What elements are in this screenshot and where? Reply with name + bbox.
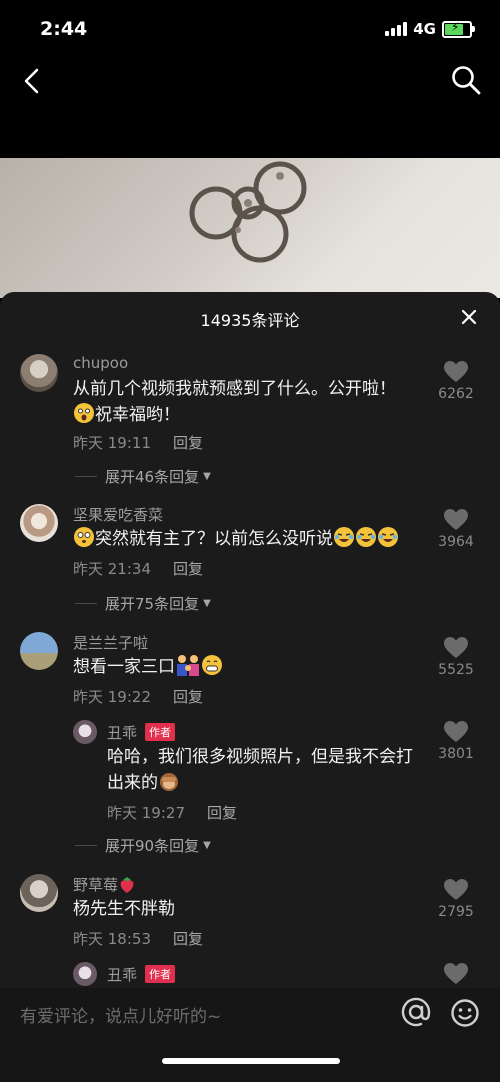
comment-meta: 昨天 19:22 回复 — [73, 686, 203, 707]
comment-time: 昨天 21:34 — [73, 560, 151, 578]
avatar[interactable] — [20, 504, 58, 542]
caret-down-icon: ▼ — [203, 471, 211, 482]
expand-replies[interactable]: 展开75条回复 ▼ — [75, 593, 211, 614]
status-indicators: 4G ⚡ — [385, 20, 475, 38]
dizzy-emoji-icon — [74, 527, 94, 547]
heart-icon — [444, 509, 468, 530]
expand-replies[interactable]: 展开90条回复 ▼ — [75, 835, 211, 856]
home-indicator — [162, 1058, 340, 1064]
search-icon[interactable] — [450, 64, 482, 96]
status-time: 2:44 — [40, 18, 88, 40]
like-button[interactable]: 5525 — [426, 636, 486, 678]
comment-username[interactable]: chupoo — [73, 354, 128, 372]
comment-text-line: 想看一家三口 — [73, 657, 175, 677]
caret-down-icon: ▼ — [203, 840, 211, 851]
comment-username[interactable]: 野草莓 — [73, 874, 136, 895]
crying-laughing-emoji-icon — [334, 527, 354, 547]
heart-icon — [444, 637, 468, 658]
reply-meta: 昨天 19:27 回复 — [107, 802, 237, 823]
comment-text: 从前几个视频我就预感到了什么。公开啦！ 祝幸福哟！ — [73, 376, 396, 428]
close-icon[interactable] — [458, 306, 480, 328]
status-bar: 2:44 4G ⚡ — [0, 0, 500, 60]
author-badge: 作者 — [145, 965, 176, 983]
like-button[interactable]: 2795 — [426, 878, 486, 920]
nav-bar — [0, 60, 500, 100]
crying-laughing-emoji-icon — [378, 527, 398, 547]
caret-down-icon: ▼ — [203, 598, 211, 609]
reply-button[interactable]: 回复 — [173, 688, 203, 706]
battery-icon: ⚡ — [442, 20, 475, 38]
comment-text-line: 杨先生不胖勒 — [73, 899, 175, 919]
video-frame[interactable] — [0, 158, 500, 298]
at-icon[interactable] — [400, 996, 432, 1028]
like-button[interactable]: 3964 — [426, 508, 486, 550]
chevron-left-icon[interactable] — [18, 66, 48, 96]
comment-time: 昨天 19:11 — [73, 434, 151, 452]
comment-panel: 14935条评论 chupoo 从前几个视频我就预感到了什么。公开啦！ 祝幸福哟… — [0, 292, 500, 992]
avatar[interactable] — [20, 632, 58, 670]
comment-username[interactable]: 是兰兰子啦 — [73, 632, 148, 653]
shocked-emoji-icon — [74, 403, 94, 423]
strawberry-emoji-icon — [120, 877, 134, 893]
like-count: 5525 — [438, 662, 474, 678]
comment-time: 昨天 18:53 — [73, 930, 151, 948]
network-type: 4G — [413, 20, 436, 38]
comment-username-text: 野草莓 — [73, 876, 119, 894]
avatar[interactable] — [20, 354, 58, 392]
reply-username-text: 丑乖 — [107, 966, 138, 984]
heart-icon — [444, 361, 468, 382]
like-count: 2795 — [438, 904, 474, 920]
like-count: 3964 — [438, 534, 474, 550]
comment-text-line: 从前几个视频我就预感到了什么。公开啦！ — [73, 379, 396, 399]
expand-replies[interactable]: 展开46条回复 ▼ — [75, 466, 211, 487]
reply-text-line: 哈哈，我们很多视频照片，但是我不会打 — [107, 747, 413, 767]
comment-input-bar: 有爱评论，说点儿好听的~ — [0, 988, 500, 1082]
comment-count-title: 14935条评论 — [200, 311, 300, 330]
see-no-evil-monkey-emoji-icon — [160, 773, 178, 791]
family-emoji-icon — [177, 655, 199, 676]
comment-meta: 昨天 18:53 回复 — [73, 928, 203, 949]
expand-replies-label: 展开90条回复 — [105, 837, 200, 855]
emoji-icon[interactable] — [450, 998, 480, 1028]
comment-meta: 昨天 19:11 回复 — [73, 432, 203, 453]
ceiling-light-image — [189, 161, 307, 263]
comment-text: 想看一家三口 — [73, 654, 223, 680]
like-button[interactable]: 3801 — [426, 720, 486, 762]
panel-header: 14935条评论 — [0, 292, 500, 340]
signal-icon — [385, 22, 408, 36]
author-badge: 作者 — [145, 723, 176, 741]
comment-text-line: 祝幸福哟！ — [95, 405, 180, 425]
avatar[interactable] — [73, 962, 97, 986]
like-count: 6262 — [438, 386, 474, 402]
reply-username[interactable]: 丑乖 作者 — [107, 722, 176, 743]
comment-username[interactable]: 坚果爱吃香菜 — [73, 504, 163, 525]
reply-button[interactable]: 回复 — [173, 434, 203, 452]
expand-replies-label: 展开46条回复 — [105, 468, 200, 486]
like-button[interactable] — [426, 962, 486, 986]
reply-username[interactable]: 丑乖 作者 — [107, 964, 176, 985]
comment-time: 昨天 19:22 — [73, 688, 151, 706]
comment-text-line: 突然就有主了？以前怎么没听说 — [95, 529, 333, 549]
expand-replies-label: 展开75条回复 — [105, 595, 200, 613]
comment-meta: 昨天 21:34 回复 — [73, 558, 203, 579]
heart-icon — [444, 721, 468, 742]
grinning-emoji-icon — [202, 655, 222, 675]
like-count: 3801 — [438, 746, 474, 762]
comment-text: 突然就有主了？以前怎么没听说 — [73, 526, 399, 552]
comment-text: 杨先生不胖勒 — [73, 896, 175, 922]
comment-input[interactable]: 有爱评论，说点儿好听的~ — [20, 1002, 221, 1027]
reply-button[interactable]: 回复 — [173, 560, 203, 578]
reply-username-text: 丑乖 — [107, 724, 138, 742]
reply-text: 哈哈，我们很多视频照片，但是我不会打 出来的 — [107, 744, 413, 796]
heart-icon — [444, 963, 468, 984]
avatar[interactable] — [20, 874, 58, 912]
crying-laughing-emoji-icon — [356, 527, 376, 547]
avatar[interactable] — [73, 720, 97, 744]
reply-time: 昨天 19:27 — [107, 804, 185, 822]
like-button[interactable]: 6262 — [426, 360, 486, 402]
heart-icon — [444, 879, 468, 900]
reply-text-line: 出来的 — [107, 773, 158, 793]
reply-button[interactable]: 回复 — [173, 930, 203, 948]
reply-button[interactable]: 回复 — [207, 804, 237, 822]
